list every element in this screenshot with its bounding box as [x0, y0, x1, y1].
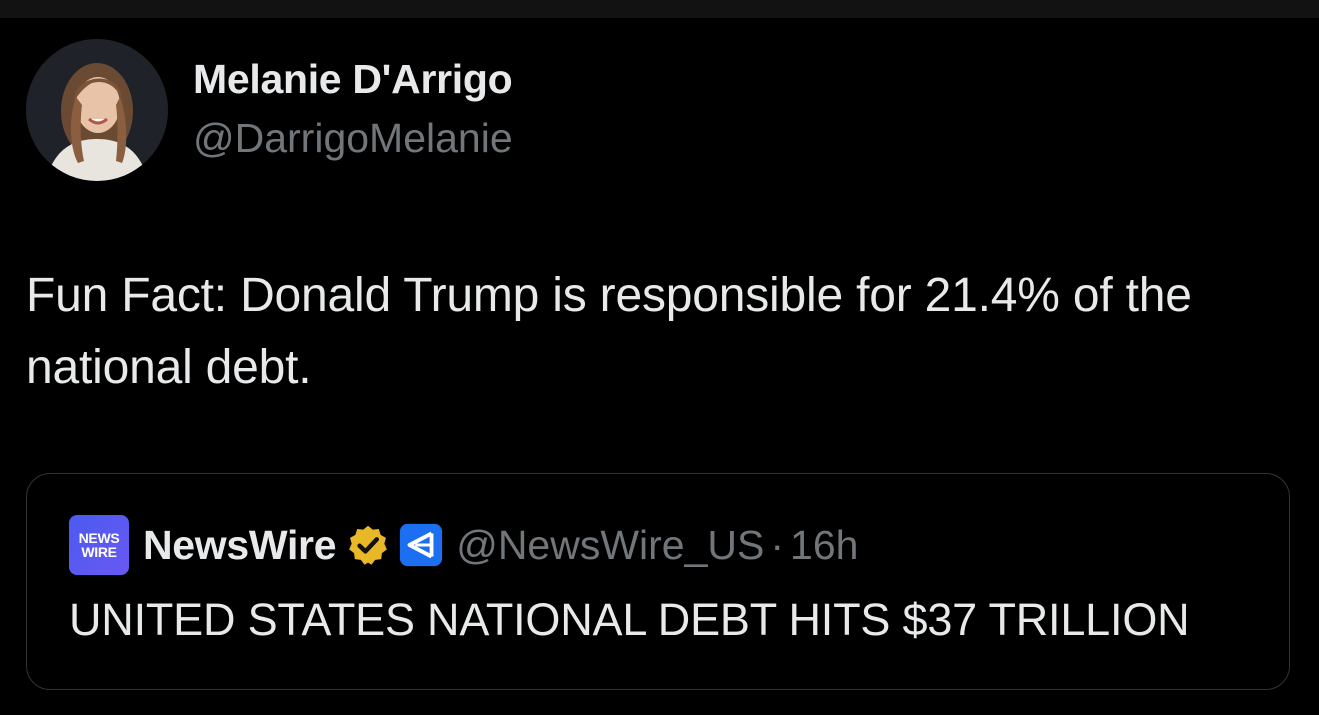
top-bar [0, 0, 1319, 18]
quoted-tweet-header: NEWS WIRE NewsWire @NewsWire_US · 16h [69, 515, 858, 575]
author-name[interactable]: Melanie D'Arrigo [193, 56, 513, 103]
tweet-text: Fun Fact: Donald Trump is responsible fo… [26, 269, 1192, 394]
quoted-author-handle[interactable]: @NewsWire_US [456, 522, 764, 569]
quoted-tweet-card[interactable]: NEWS WIRE NewsWire @NewsWire_US · 16h UN… [26, 473, 1290, 690]
author-handle[interactable]: @DarrigoMelanie [193, 115, 513, 162]
logo-line-2: WIRE [81, 544, 117, 560]
verified-gold-icon[interactable] [346, 523, 390, 567]
separator-dot: · [770, 521, 785, 568]
logo-line-1: NEWS [78, 530, 120, 546]
avatar-image [26, 39, 168, 181]
newswire-avatar-icon[interactable]: NEWS WIRE [69, 515, 129, 575]
author-avatar[interactable] [26, 39, 168, 181]
quoted-timestamp[interactable]: 16h [790, 522, 858, 569]
quoted-author-name[interactable]: NewsWire [143, 522, 337, 569]
quoted-tweet-text: UNITED STATES NATIONAL DEBT HITS $37 TRI… [69, 594, 1190, 645]
affiliate-icon[interactable] [398, 522, 444, 568]
